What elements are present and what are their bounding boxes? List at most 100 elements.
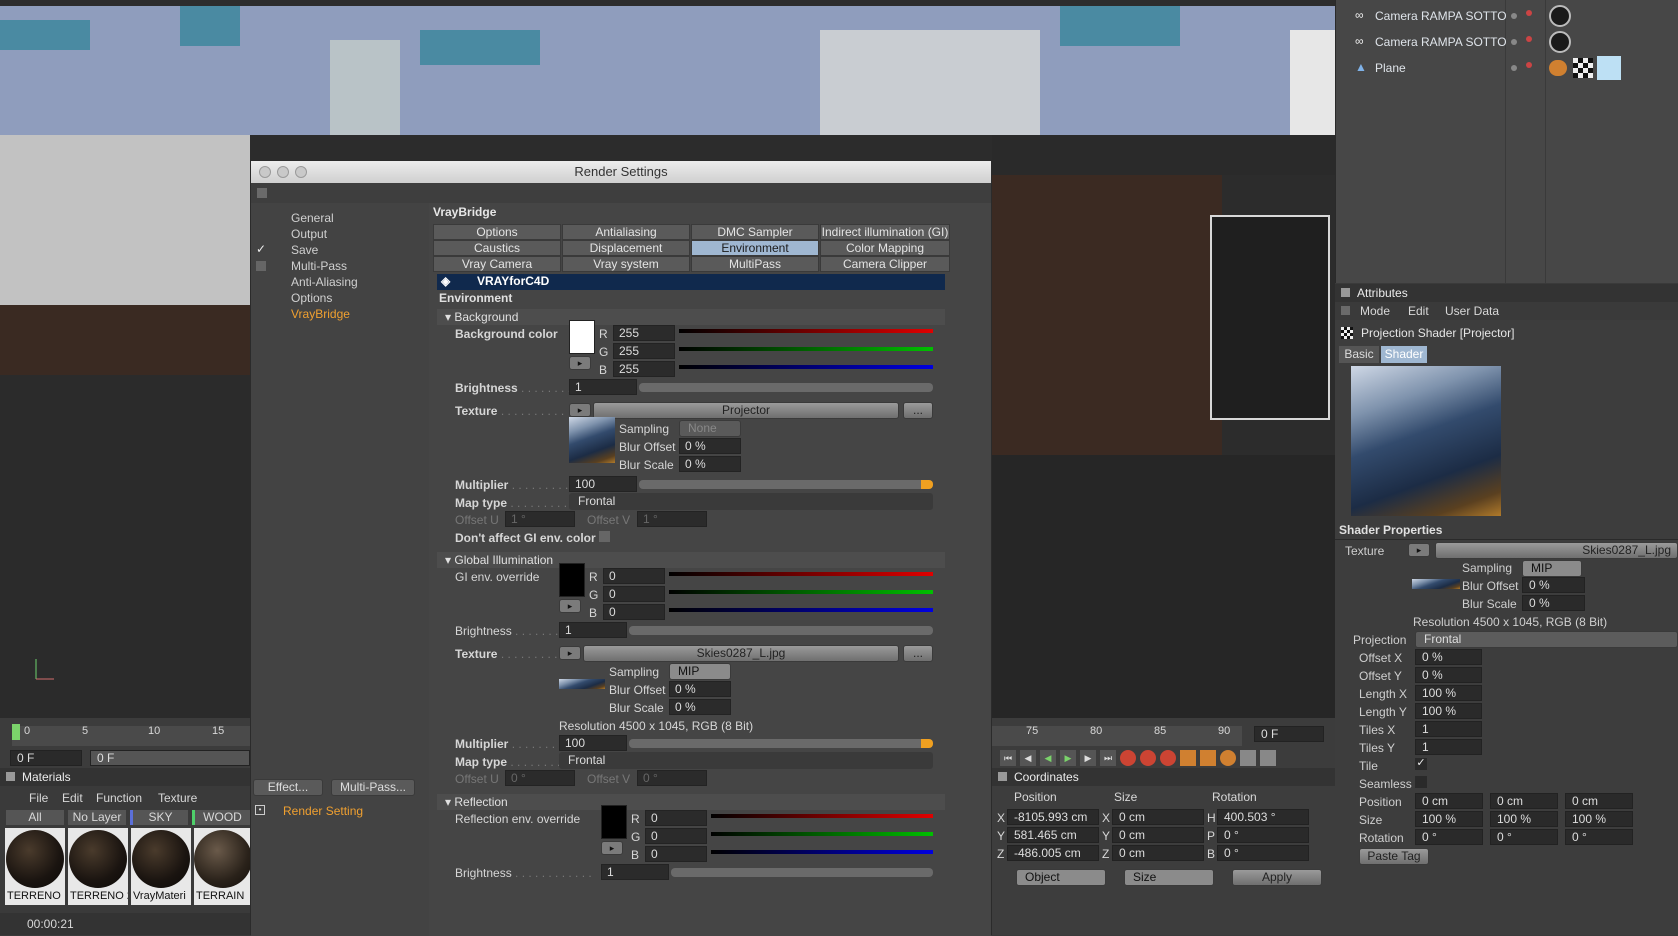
map-type-dropdown[interactable]: Frontal (569, 493, 933, 510)
render-dot[interactable] (1526, 10, 1532, 16)
rot-h-field[interactable]: 400.503 ° (1217, 809, 1309, 825)
filter-all[interactable]: All (6, 810, 64, 825)
material-tag-icon[interactable] (1597, 56, 1621, 80)
pla-icon[interactable] (1260, 750, 1276, 766)
rot-p-field[interactable]: 0 ° (1217, 827, 1309, 843)
rotation-p-field[interactable]: 0 ° (1490, 829, 1558, 845)
reflection-section[interactable]: ▾ Reflection (437, 794, 945, 810)
nav-multi-pass[interactable]: Multi-Pass (291, 259, 347, 273)
object-row[interactable]: ▲ Plane (1335, 56, 1678, 80)
position-x-field[interactable]: 0 cm (1415, 793, 1483, 809)
brightness-slider[interactable] (639, 383, 933, 392)
green-slider[interactable] (711, 832, 933, 836)
render-dot[interactable] (1526, 36, 1532, 42)
background-section[interactable]: ▾ Background (437, 309, 945, 325)
tab-vray-system[interactable]: Vray system (562, 256, 690, 272)
gi-multiplier-slider[interactable] (629, 739, 933, 748)
tiles-x-field[interactable]: 1 (1415, 721, 1482, 737)
gi-offset-v-field[interactable]: 0 ° (637, 770, 707, 786)
object-row[interactable]: ∞ Camera RAMPA SOTTO (1335, 30, 1678, 54)
camera-tag-icon[interactable] (1549, 5, 1571, 27)
texture-more-button[interactable]: ... (903, 402, 933, 419)
refl-brightness-slider[interactable] (671, 868, 933, 877)
filter-no-layer[interactable]: No Layer (68, 810, 126, 825)
size-y-field[interactable]: 0 cm (1112, 827, 1204, 843)
gi-blur-scale-field[interactable]: 0 % (669, 699, 731, 715)
menu-edit[interactable]: Edit (1408, 304, 1429, 318)
pos-x-field[interactable]: -8105.993 cm (1007, 809, 1099, 825)
bg-blue-field[interactable]: 255 (613, 361, 675, 377)
gi-red-field[interactable]: 0 (603, 568, 665, 584)
timeline-right[interactable]: 75 80 85 90 0 F ⏮ ◀ ◀ ▶ ▶ ⏭ (992, 718, 1335, 768)
offset-x-field[interactable]: 0 % (1415, 649, 1482, 665)
length-x-field[interactable]: 100 % (1415, 685, 1482, 701)
tab-multipass[interactable]: MultiPass (691, 256, 819, 272)
gi-texture-button[interactable]: Skies0287_L.jpg (583, 645, 899, 662)
seamless-checkbox[interactable] (1415, 776, 1427, 788)
render-dot[interactable] (1526, 62, 1532, 68)
keyframe-icon[interactable] (1160, 750, 1176, 766)
minimize-icon[interactable] (277, 166, 289, 178)
gi-blue-field[interactable]: 0 (603, 604, 665, 620)
dialog-titlebar[interactable]: Render Settings (251, 161, 991, 183)
brightness-field[interactable]: 1 (569, 379, 637, 395)
size-z-field[interactable]: 0 cm (1112, 845, 1204, 861)
gi-color-swatch[interactable] (559, 563, 585, 597)
offset-y-field[interactable]: 0 % (1415, 667, 1482, 683)
dont-affect-checkbox[interactable] (599, 531, 610, 542)
material-tag-icon[interactable] (1573, 58, 1593, 78)
last-frame-icon[interactable]: ⏭ (1100, 750, 1116, 766)
nav-output[interactable]: Output (291, 227, 327, 241)
reflection-color-swatch[interactable] (601, 805, 627, 839)
sampling-dropdown[interactable]: None (679, 420, 741, 437)
menu-edit[interactable]: Edit (62, 791, 83, 805)
filter-wood[interactable]: WOOD (192, 810, 250, 825)
gi-blur-offset-field[interactable]: 0 % (669, 681, 731, 697)
scale-icon[interactable] (1200, 750, 1216, 766)
paste-tag-button[interactable]: Paste Tag (1359, 848, 1429, 865)
length-y-field[interactable]: 100 % (1415, 703, 1482, 719)
tab-caustics[interactable]: Caustics (433, 240, 561, 256)
apply-button[interactable]: Apply (1232, 869, 1322, 886)
blue-slider[interactable] (679, 365, 933, 369)
gi-section[interactable]: ▾ Global Illumination (437, 552, 945, 568)
autokey-icon[interactable] (1140, 750, 1156, 766)
gi-offset-u-field[interactable]: 0 ° (505, 770, 575, 786)
tab-indirect-illumination[interactable]: Indirect illumination (GI) (820, 224, 950, 240)
timeline-left[interactable]: 0 5 10 15 0 F 0 F (0, 718, 250, 768)
material-swatch[interactable]: TERRENO (5, 828, 65, 905)
playhead[interactable] (12, 724, 20, 740)
tab-options[interactable]: Options (433, 224, 561, 240)
effect-button[interactable]: Effect... (253, 779, 323, 796)
visibility-dot[interactable] (1511, 39, 1517, 45)
menu-mode[interactable]: Mode (1360, 304, 1390, 318)
gi-sampling-dropdown[interactable]: MIP (669, 663, 731, 680)
rotate-icon[interactable] (1220, 750, 1236, 766)
position-z-field[interactable]: 0 cm (1565, 793, 1633, 809)
bg-red-field[interactable]: 255 (613, 325, 675, 341)
visibility-dot[interactable] (1511, 65, 1517, 71)
tab-vray-camera[interactable]: Vray Camera (433, 256, 561, 272)
tab-antialiasing[interactable]: Antialiasing (562, 224, 690, 240)
next-key-icon[interactable]: ▶ (1080, 750, 1096, 766)
material-swatch[interactable]: VrayMateri (131, 828, 191, 905)
material-swatch[interactable]: TERRENO 2 (68, 828, 128, 905)
filter-sky[interactable]: SKY (130, 810, 188, 825)
multipass-checkbox[interactable] (256, 261, 266, 271)
texture-shader-button[interactable]: Projector (593, 402, 899, 419)
camera-tag-icon[interactable] (1549, 31, 1571, 53)
prev-key-icon[interactable]: ◀ (1020, 750, 1036, 766)
size-y-field[interactable]: 100 % (1490, 811, 1558, 827)
save-check-icon[interactable]: ✓ (256, 242, 266, 256)
refl-blue-field[interactable]: 0 (645, 846, 707, 862)
tile-checkbox[interactable]: ✓ (1415, 758, 1427, 770)
first-frame-icon[interactable]: ⏮ (1000, 750, 1016, 766)
gi-multiplier-field[interactable]: 100 (559, 735, 627, 751)
size-x-field[interactable]: 100 % (1415, 811, 1483, 827)
green-slider[interactable] (669, 590, 933, 594)
refl-brightness-field[interactable]: 1 (601, 864, 669, 880)
rotation-b-field[interactable]: 0 ° (1565, 829, 1633, 845)
menu-user-data[interactable]: User Data (1445, 304, 1499, 318)
refl-green-field[interactable]: 0 (645, 828, 707, 844)
texture-file-button[interactable]: Skies0287_L.jpg (1435, 542, 1678, 559)
